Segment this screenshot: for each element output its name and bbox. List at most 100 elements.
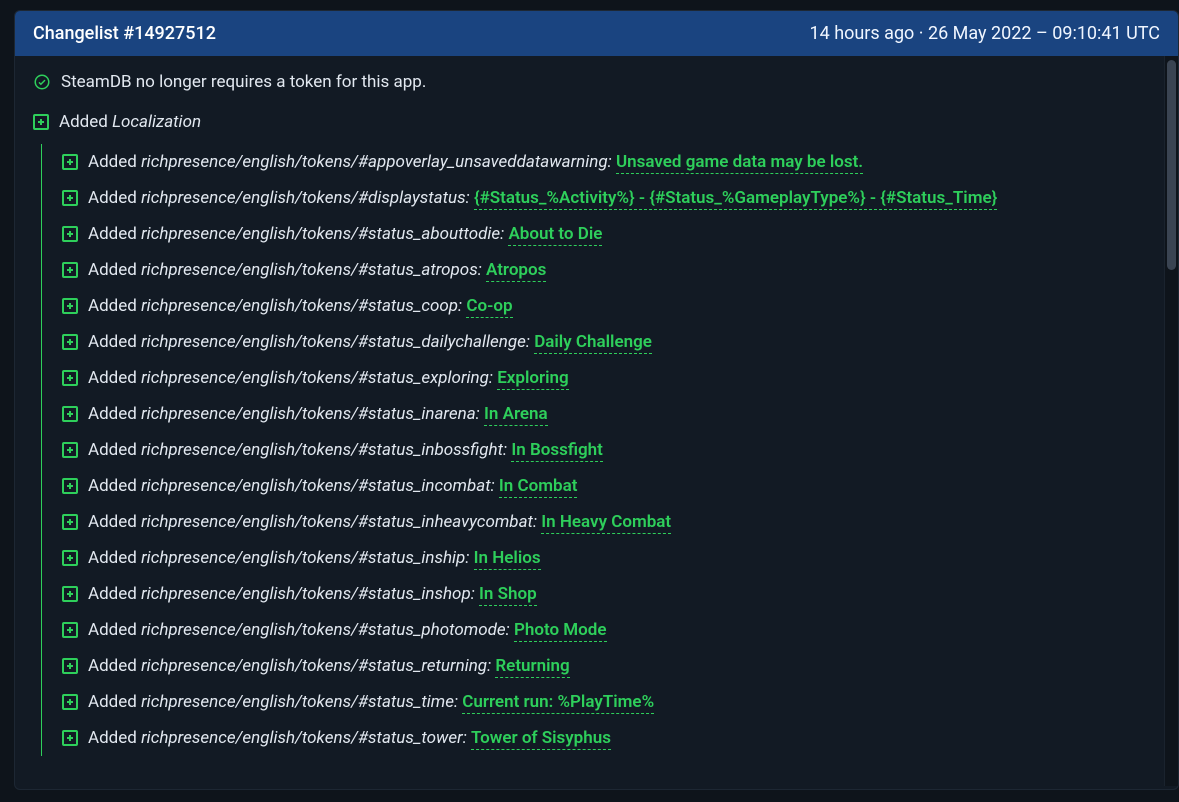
entry-key: richpresence/english/tokens/#displaystat… [141,188,470,208]
added-label: Added [88,224,137,244]
entry-value-link[interactable]: About to Die [508,224,602,246]
tree-row: Added richpresence/english/tokens/#appov… [62,144,1160,180]
tree-row: Added richpresence/english/tokens/#statu… [62,720,1160,756]
note-text: SteamDB no longer requires a token for t… [61,72,426,92]
plus-icon [62,298,78,314]
plus-icon [62,370,78,386]
tree-row: Added richpresence/english/tokens/#statu… [62,684,1160,720]
added-label: Added [88,656,137,676]
plus-icon [62,406,78,422]
entry-value-link[interactable]: Atropos [486,260,546,282]
plus-icon [62,586,78,602]
entry-value-link[interactable]: In Heavy Combat [541,512,671,534]
entry-key: richpresence/english/tokens/#status_insh… [141,548,469,568]
added-label: Added [88,440,137,460]
plus-icon [62,550,78,566]
added-label: Added [88,368,137,388]
entry-key: richpresence/english/tokens/#status_expl… [141,368,493,388]
tree-row: Added richpresence/english/tokens/#statu… [62,612,1160,648]
plus-icon [62,154,78,170]
plus-icon [62,190,78,206]
added-label: Added [88,476,137,496]
plus-icon [62,442,78,458]
plus-icon [62,730,78,746]
entry-key: richpresence/english/tokens/#status_insh… [141,584,475,604]
tree-row: Added richpresence/english/tokens/#statu… [62,648,1160,684]
entry-value-link[interactable]: Tower of Sisyphus [471,728,611,750]
entry-key: richpresence/english/tokens/#status_atro… [141,260,482,280]
entry-key: richpresence/english/tokens/#status_coop… [141,296,462,316]
entry-key: richpresence/english/tokens/#appoverlay_… [141,152,612,172]
entry-value-link[interactable]: In Arena [484,404,548,426]
entry-value-link[interactable]: In Combat [499,476,578,498]
plus-icon [62,514,78,530]
tree-children: Added richpresence/english/tokens/#appov… [41,144,1160,756]
entry-key: richpresence/english/tokens/#status_inhe… [141,512,537,532]
added-label: Added [88,620,137,640]
added-label: Added [88,548,137,568]
changelist-timestamp: 14 hours ago · 26 May 2022 – 09:10:41 UT… [810,23,1161,44]
plus-icon [62,226,78,242]
entry-key: richpresence/english/tokens/#status_towe… [141,728,467,748]
tree-row: Added richpresence/english/tokens/#statu… [62,360,1160,396]
tree-row: Added richpresence/english/tokens/#statu… [62,504,1160,540]
changelist-card: Changelist #14927512 14 hours ago · 26 M… [14,10,1179,790]
time-sep: · [914,23,928,44]
tree-row: Added richpresence/english/tokens/#statu… [62,432,1160,468]
entry-key: richpresence/english/tokens/#status_inco… [141,476,495,496]
entry-value-link[interactable]: Unsaved game data may be lost. [616,152,863,174]
entry-value-link[interactable]: Exploring [497,368,569,390]
entry-key: richpresence/english/tokens/#status_dail… [141,332,530,352]
added-label: Added [88,404,137,424]
entry-key: richpresence/english/tokens/#status_abou… [141,224,504,244]
entry-key: richpresence/english/tokens/#status_inbo… [141,440,507,460]
tree-row: Added richpresence/english/tokens/#statu… [62,540,1160,576]
entry-key: richpresence/english/tokens/#status_inar… [141,404,480,424]
entry-value-link[interactable]: {#Status_%Activity%} - {#Status_%Gamepla… [474,188,997,210]
entry-value-link[interactable]: In Helios [474,548,541,570]
added-label: Added [88,260,137,280]
check-circle-icon [33,73,51,91]
entry-value-link[interactable]: Photo Mode [514,620,607,642]
entry-key: richpresence/english/tokens/#status_phot… [141,620,510,640]
note-line: SteamDB no longer requires a token for t… [33,72,1160,92]
tree-row: Added richpresence/english/tokens/#statu… [62,468,1160,504]
scroll-area[interactable]: SteamDB no longer requires a token for t… [33,72,1166,770]
plus-icon [62,478,78,494]
tree-root-row: Added Localization [33,104,1160,140]
tree-row: Added richpresence/english/tokens/#statu… [62,216,1160,252]
entry-value-link[interactable]: Returning [495,656,569,678]
changelist-title: Changelist #14927512 [33,23,216,44]
added-label: Added [88,692,137,712]
entry-value-link[interactable]: Daily Challenge [534,332,652,354]
scrollbar-thumb[interactable] [1167,60,1176,270]
entry-value-link[interactable]: In Shop [479,584,537,606]
entry-value-link[interactable]: Co-op [466,296,512,318]
entry-value-link[interactable]: Current run: %PlayTime% [462,692,654,714]
time-relative: 14 hours ago [810,23,915,44]
tree-row: Added richpresence/english/tokens/#statu… [62,288,1160,324]
added-label: Added [88,296,137,316]
tree-row: Added richpresence/english/tokens/#displ… [62,180,1160,216]
entry-value-link[interactable]: In Bossfight [511,440,603,462]
card-header: Changelist #14927512 14 hours ago · 26 M… [15,11,1178,56]
added-label: Added [88,584,137,604]
plus-icon [62,622,78,638]
added-label: Added [88,728,137,748]
added-label: Added [88,188,137,208]
tree-row: Added richpresence/english/tokens/#statu… [62,396,1160,432]
tree-row: Added richpresence/english/tokens/#statu… [62,576,1160,612]
time-absolute: 26 May 2022 – 09:10:41 UTC [928,23,1160,44]
plus-icon [62,694,78,710]
card-body: SteamDB no longer requires a token for t… [15,56,1178,786]
scrollbar[interactable] [1164,56,1178,786]
added-label: Added [88,332,137,352]
plus-icon [62,334,78,350]
root-key: Localization [112,112,201,132]
plus-icon [62,262,78,278]
entry-key: richpresence/english/tokens/#status_time… [141,692,458,712]
plus-icon [33,114,49,130]
added-label: Added [88,512,137,532]
plus-icon [62,658,78,674]
tree-row: Added richpresence/english/tokens/#statu… [62,252,1160,288]
